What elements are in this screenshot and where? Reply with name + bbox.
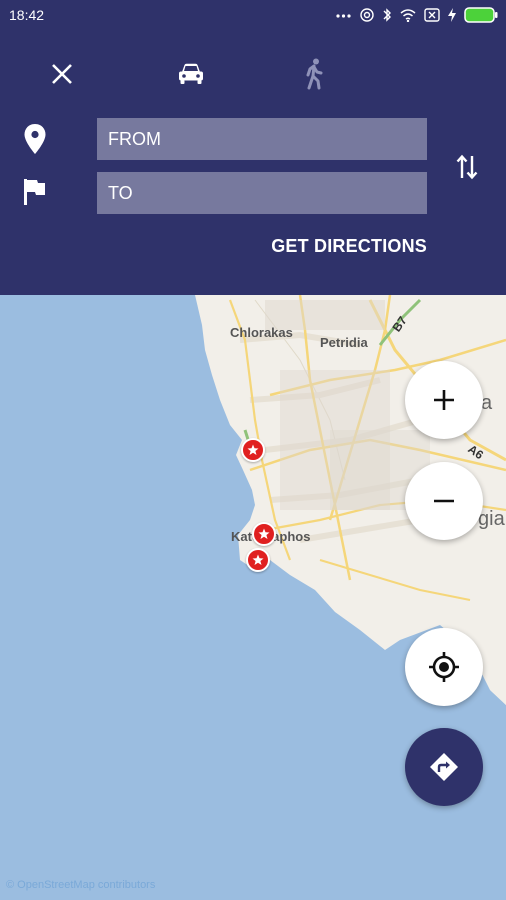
status-time: 18:42 bbox=[9, 7, 45, 23]
star-icon bbox=[258, 528, 270, 539]
map-label-petridia: Petridia bbox=[320, 335, 368, 350]
close-icon bbox=[52, 64, 72, 84]
charging-icon bbox=[448, 8, 456, 22]
status-icons bbox=[336, 6, 498, 24]
directions-button[interactable] bbox=[405, 728, 483, 806]
close-button[interactable] bbox=[42, 54, 82, 94]
get-directions-button[interactable]: GET DIRECTIONS bbox=[271, 236, 427, 257]
gps-crosshair-icon bbox=[429, 652, 459, 682]
car-mode-button[interactable] bbox=[171, 54, 211, 94]
star-icon bbox=[247, 444, 259, 455]
map-label-partial-gia: gia bbox=[478, 508, 505, 530]
poi-marker[interactable] bbox=[246, 548, 270, 572]
to-input[interactable] bbox=[97, 172, 427, 214]
directions-header: 18:42 FROM TO GET DIRECTIONS bbox=[0, 0, 506, 295]
from-input[interactable] bbox=[97, 118, 427, 160]
swap-button[interactable] bbox=[450, 150, 484, 184]
zoom-out-button[interactable] bbox=[405, 462, 483, 540]
poi-marker[interactable] bbox=[241, 438, 265, 462]
directions-icon bbox=[430, 753, 458, 781]
my-location-button[interactable] bbox=[405, 628, 483, 706]
star-icon bbox=[252, 554, 264, 565]
plus-icon bbox=[434, 390, 454, 410]
map-attribution: © OpenStreetMap contributors bbox=[6, 879, 156, 891]
minus-icon bbox=[434, 499, 454, 503]
walk-mode-button[interactable] bbox=[294, 54, 334, 94]
map-label-chlorakas: Chlorakas bbox=[230, 325, 293, 340]
sim-off-icon bbox=[424, 8, 440, 22]
wifi-icon bbox=[400, 8, 416, 22]
status-bar: 18:42 bbox=[0, 0, 506, 30]
flag-icon bbox=[20, 175, 50, 209]
walk-icon bbox=[306, 58, 323, 90]
car-icon bbox=[179, 63, 203, 84]
zoom-in-button[interactable] bbox=[405, 361, 483, 439]
battery-icon bbox=[464, 7, 498, 23]
bluetooth-icon bbox=[383, 8, 391, 22]
swap-vertical-icon bbox=[456, 154, 478, 180]
more-dots-icon bbox=[336, 14, 351, 18]
poi-marker[interactable] bbox=[252, 522, 276, 546]
headset-icon bbox=[360, 8, 374, 22]
location-pin-icon bbox=[20, 122, 50, 156]
